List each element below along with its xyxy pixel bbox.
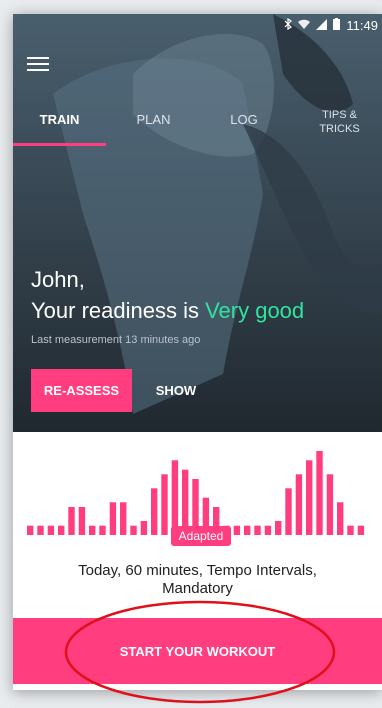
chart-bar [347, 525, 354, 535]
workout-description-line2: Mandatory [162, 580, 233, 597]
chart-bar [130, 525, 137, 535]
chart-bar [120, 502, 127, 535]
chart-bar [337, 502, 344, 535]
adapted-label: Adapted [179, 529, 224, 543]
workout-description-line1: Today, 60 minutes, Tempo Intervals, [78, 562, 317, 579]
start-workout-button[interactable]: START YOUR WORKOUT [13, 618, 382, 684]
status-bar: 11:49 [13, 14, 382, 38]
tab-tips-tricks-label: TIPS & TRICKS [297, 102, 382, 136]
chart-bar [182, 469, 189, 535]
workout-description: Today, 60 minutes, Tempo Intervals, Mand… [33, 562, 362, 598]
tab-plan-label: PLAN [136, 112, 171, 127]
tab-log[interactable]: LOG [201, 102, 287, 146]
last-measurement-text: Last measurement 13 minutes ago [31, 334, 201, 346]
tab-log-label: LOG [230, 112, 258, 127]
signal-icon [316, 18, 328, 33]
chart-bar [140, 521, 148, 535]
show-button[interactable]: SHOW [141, 369, 211, 412]
reassess-button[interactable]: RE-ASSESS [31, 369, 132, 412]
adapted-badge: Adapted [171, 526, 231, 546]
chart-bar [99, 525, 106, 535]
bluetooth-icon [284, 17, 293, 33]
readiness-value: Very good [205, 298, 305, 323]
chart-bar [47, 525, 55, 535]
hero-section: 11:49 TRAIN PLAN LOG TIPS & TRICKS John,… [13, 14, 382, 432]
tab-tips-line1: TIPS & [322, 109, 357, 121]
chart-bar [27, 525, 34, 535]
tab-tips-tricks[interactable]: TIPS & TRICKS [297, 102, 382, 146]
chart-bar [295, 474, 303, 535]
chart-bar [233, 525, 241, 535]
tab-train-label: TRAIN [39, 112, 80, 127]
status-time: 11:49 [346, 18, 378, 33]
chart-bar [316, 451, 323, 535]
chart-bar [68, 507, 75, 535]
nav-tabs: TRAIN PLAN LOG TIPS & TRICKS [13, 102, 382, 146]
chart-bar [357, 525, 365, 535]
greeting-text: John, [31, 267, 85, 292]
chart-bar [161, 474, 168, 535]
chart-bar [151, 488, 158, 535]
tab-plan[interactable]: PLAN [106, 102, 201, 146]
chart-bar [326, 474, 334, 535]
tab-tips-line2: TRICKS [319, 123, 360, 135]
battery-icon [333, 18, 341, 33]
hamburger-icon[interactable] [27, 57, 49, 73]
app-screen: 11:49 TRAIN PLAN LOG TIPS & TRICKS John,… [13, 14, 382, 690]
wifi-icon [298, 18, 311, 33]
chart-bar [78, 507, 86, 535]
chart-bar [37, 525, 44, 535]
chart-bar [306, 460, 313, 535]
chart-bar [264, 525, 272, 535]
chart-bar [89, 525, 96, 535]
chart-bar [244, 525, 251, 535]
tab-train[interactable]: TRAIN [13, 102, 106, 146]
chart-bar [171, 460, 179, 535]
readiness-prefix: Your readiness is [31, 298, 206, 323]
training-load-chart: Adapted [27, 451, 365, 546]
chart-bar [285, 488, 292, 535]
chart-bar [275, 521, 282, 535]
chart-bar [58, 525, 65, 535]
chart-bar [109, 502, 117, 535]
chart-bar [254, 525, 261, 535]
readiness-text: Your readiness is Very good [31, 298, 304, 324]
